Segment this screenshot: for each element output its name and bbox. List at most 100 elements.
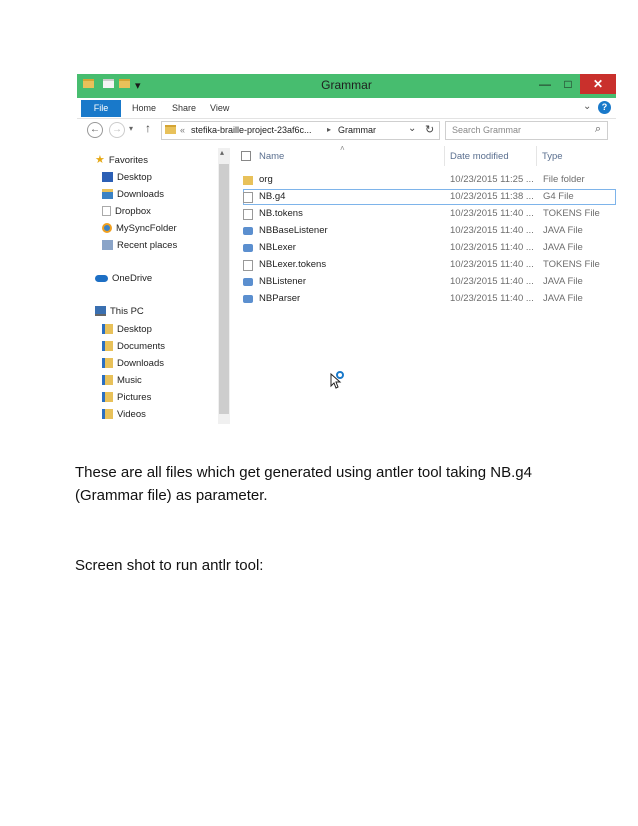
nav-favorites-mysyncfolder[interactable]: MySyncFolder [102, 221, 177, 236]
column-header-date-modified[interactable]: Date modified [450, 151, 509, 162]
nav-pc-downloads[interactable]: Downloads [102, 356, 164, 371]
file-type: JAVA File [543, 242, 583, 253]
file-row[interactable]: org 10/23/2015 11:25 ... File folder [243, 172, 616, 188]
ribbon-expand-chevron-icon[interactable]: ⌄ [583, 101, 591, 112]
nav-favorites-recent-places[interactable]: Recent places [102, 238, 177, 253]
file-date-modified: 10/23/2015 11:40 ... [450, 225, 534, 236]
file-type: JAVA File [543, 225, 583, 236]
file-date-modified: 10/23/2015 11:40 ... [450, 293, 534, 304]
file-type: G4 File [543, 191, 574, 202]
file-row[interactable]: NBBaseListener 10/23/2015 11:40 ... JAVA F… [243, 223, 616, 239]
file-type: TOKENS File [543, 259, 600, 270]
java-file-icon [243, 244, 253, 252]
file-date-modified: 10/23/2015 11:25 ... [450, 174, 534, 185]
tab-file[interactable]: File [81, 100, 121, 117]
nav-pc-desktop[interactable]: Desktop [102, 322, 152, 337]
file-name: NBLexer [259, 242, 296, 253]
search-input[interactable]: Search Grammar ⌕ [445, 121, 608, 140]
file-row[interactable]: NB.tokens 10/23/2015 11:40 ... TOKENS File [243, 206, 616, 222]
tab-home[interactable]: Home [132, 103, 156, 113]
back-button[interactable]: ← [87, 122, 103, 138]
file-row[interactable]: NBLexer 10/23/2015 11:40 ... JAVA File [243, 240, 616, 256]
nav-pc-videos[interactable]: Videos [102, 407, 146, 422]
search-placeholder: Search Grammar [452, 125, 522, 135]
file-row[interactable]: NBLexer.tokens 10/23/2015 11:40 ... TOKENS… [243, 257, 616, 273]
recent-locations-chevron-icon[interactable]: ▾ [129, 124, 133, 133]
breadcrumb-project[interactable]: stefika-braille-project-23af6c... [191, 125, 312, 135]
cloud-icon [95, 274, 108, 282]
nav-favorites-downloads[interactable]: Downloads [102, 187, 164, 202]
breadcrumb-separator-icon[interactable]: ▸ [327, 125, 331, 134]
file-name: NBParser [259, 293, 301, 304]
java-file-icon [243, 295, 253, 303]
sort-ascending-icon: ˄ [340, 144, 345, 153]
nav-onedrive[interactable]: OneDrive [95, 271, 152, 286]
dropbox-icon [102, 206, 111, 217]
file-name: NBBaseListener [259, 225, 328, 236]
document-paragraph-1: These are all files which get generated … [75, 461, 595, 507]
busy-cursor-icon [330, 371, 344, 389]
search-icon[interactable]: ⌕ [595, 123, 601, 136]
explorer-window: ▾ Grammar — □ ✕ File Home Share View ⌄ ?… [77, 74, 616, 424]
file-icon [243, 192, 253, 203]
folder-icon [102, 409, 113, 420]
column-header-name[interactable]: Name [259, 151, 284, 162]
file-row[interactable]: NB.g4 10/23/2015 11:38 ... G4 File [243, 189, 616, 205]
refresh-icon[interactable]: ↻ [425, 123, 434, 136]
folder-icon [102, 341, 113, 352]
nav-pc-music[interactable]: Music [102, 373, 142, 388]
file-date-modified: 10/23/2015 11:40 ... [450, 276, 534, 287]
help-icon[interactable]: ? [598, 101, 611, 114]
downloads-icon [102, 189, 113, 200]
column-header-type[interactable]: Type [542, 151, 563, 162]
maximize-button[interactable]: □ [557, 74, 579, 96]
file-date-modified: 10/23/2015 11:40 ... [450, 208, 534, 219]
nav-this-pc[interactable]: This PC [95, 304, 144, 319]
up-arrow-icon[interactable]: ↑ [145, 121, 151, 135]
address-overflow-icon[interactable]: « [180, 125, 185, 135]
file-type: JAVA File [543, 276, 583, 287]
nav-pc-pictures[interactable]: Pictures [102, 390, 151, 405]
file-row[interactable]: NBListener 10/23/2015 11:40 ... JAVA File [243, 274, 616, 290]
scroll-up-arrow-icon[interactable]: ▴ [220, 148, 224, 157]
folder-icon [102, 358, 113, 369]
file-name: NB.tokens [259, 208, 303, 219]
file-name: NBListener [259, 276, 306, 287]
forward-button[interactable]: → [109, 122, 125, 138]
ribbon-tabs: File Home Share View ⌄ ? [77, 98, 616, 119]
file-name: NB.g4 [259, 191, 286, 202]
file-type: JAVA File [543, 293, 583, 304]
paragraph-1-line-1: These are all files which get generated … [75, 464, 532, 481]
file-name: NBLexer.tokens [259, 259, 327, 270]
tab-view[interactable]: View [210, 103, 229, 113]
star-icon: ★ [95, 154, 105, 166]
folder-icon [102, 392, 113, 403]
file-row[interactable]: NBParser 10/23/2015 11:40 ... JAVA File [243, 291, 616, 307]
nav-favorites[interactable]: ★ Favorites [95, 153, 148, 168]
file-date-modified: 10/23/2015 11:40 ... [450, 259, 534, 270]
nav-favorites-dropbox[interactable]: Dropbox [102, 204, 151, 219]
folder-icon [102, 324, 113, 335]
nav-scrollbar-thumb[interactable] [219, 164, 229, 414]
navigation-pane: ★ Favorites Desktop Downloads Dropbox MyS… [77, 146, 229, 424]
minimize-button[interactable]: — [534, 74, 556, 96]
breadcrumb-grammar[interactable]: Grammar [338, 125, 376, 135]
tab-share[interactable]: Share [172, 103, 196, 113]
java-file-icon [243, 227, 253, 235]
nav-pc-documents[interactable]: Documents [102, 339, 165, 354]
column-divider[interactable] [536, 146, 537, 166]
column-divider[interactable] [444, 146, 445, 166]
document-paragraph-2: Screen shot to run antlr tool: [75, 557, 264, 574]
folder-icon [243, 176, 253, 185]
java-file-icon [243, 278, 253, 286]
address-dropdown-icon[interactable]: ⌄ [408, 123, 416, 134]
file-icon [243, 209, 253, 220]
desktop-icon [102, 172, 113, 183]
title-bar: ▾ Grammar — □ ✕ [77, 74, 616, 98]
file-icon [243, 260, 253, 271]
select-all-checkbox[interactable] [241, 151, 251, 161]
address-field[interactable]: « stefika-braille-project-23af6c... ▸ Gr… [161, 121, 440, 140]
close-button[interactable]: ✕ [580, 74, 616, 94]
file-type: TOKENS File [543, 208, 600, 219]
nav-favorites-desktop[interactable]: Desktop [102, 170, 152, 185]
